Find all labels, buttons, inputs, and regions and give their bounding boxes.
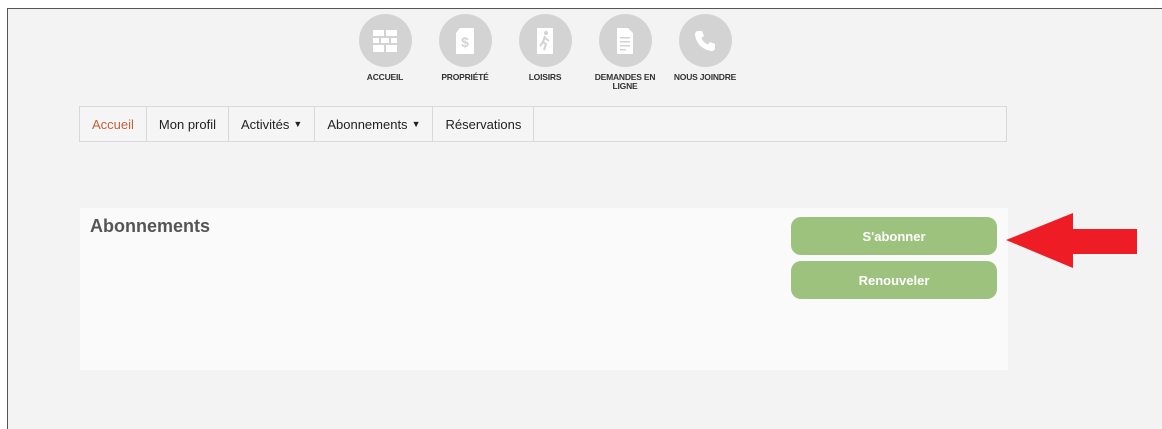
top-nav-accueil[interactable]: ACCUEIL xyxy=(345,14,425,91)
top-nav-nous-joindre[interactable]: NOUS JOINDRE xyxy=(665,14,745,91)
tab-abonnements-label: Abonnements xyxy=(327,116,408,132)
panel-title: Abonnements xyxy=(90,216,211,236)
top-nav-label: PROPRIÉTÉ xyxy=(441,72,489,82)
top-nav-label: LOISIRS xyxy=(528,72,562,82)
top-nav-loisirs[interactable]: LOISIRS xyxy=(505,14,585,91)
subscribe-button[interactable]: S'abonner xyxy=(791,217,997,255)
document-icon xyxy=(598,14,652,67)
top-nav-label: DEMANDES EN LIGNE xyxy=(594,72,656,91)
renew-button[interactable]: Renouveler xyxy=(791,261,997,299)
top-nav-demandes[interactable]: DEMANDES EN LIGNE xyxy=(585,14,665,91)
tab-reservations[interactable]: Réservations xyxy=(433,107,535,141)
tab-activites-label: Activités xyxy=(241,116,290,132)
tab-abonnements[interactable]: Abonnements ▼ xyxy=(315,107,434,141)
svg-text:$: $ xyxy=(461,34,469,50)
caret-down-icon: ▼ xyxy=(411,119,421,129)
tab-activites[interactable]: Activités ▼ xyxy=(229,107,316,141)
tab-accueil[interactable]: Accueil xyxy=(80,107,147,141)
top-nav-label: NOUS JOINDRE xyxy=(673,72,737,82)
tab-mon-profil[interactable]: Mon profil xyxy=(147,107,229,141)
property-tag-icon: $ xyxy=(438,14,492,67)
top-nav-label: ACCUEIL xyxy=(366,72,404,82)
abonnements-panel: Abonnements S'abonner Renouveler xyxy=(80,208,1008,370)
tab-reservations-label: Réservations xyxy=(445,116,522,132)
phone-icon xyxy=(678,14,732,67)
red-arrow-icon xyxy=(1006,213,1137,268)
tab-mon-profil-label: Mon profil xyxy=(158,116,216,132)
top-icon-nav: ACCUEIL $ PROPRIÉTÉ LOISIRS DEMANDES EN … xyxy=(345,14,745,91)
tab-accueil-label: Accueil xyxy=(92,116,134,132)
home-grid-icon xyxy=(358,14,412,67)
main-menu-bar: Accueil Mon profil Activités ▼ Abonnemen… xyxy=(79,106,1007,142)
top-nav-propriete[interactable]: $ PROPRIÉTÉ xyxy=(425,14,505,91)
caret-down-icon: ▼ xyxy=(293,119,303,129)
leisure-person-icon xyxy=(518,14,572,67)
